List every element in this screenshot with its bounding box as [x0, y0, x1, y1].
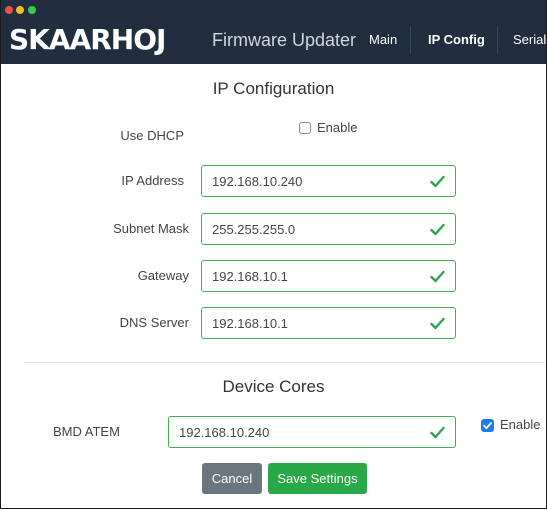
valid-check-icon [430, 270, 445, 283]
subnet-mask-value: 255.255.255.0 [212, 222, 296, 237]
bmd-atem-value: 192.168.10.240 [179, 425, 270, 440]
dns-server-label: DNS Server [119, 315, 189, 330]
ip-address-input[interactable]: 192.168.10.240 [201, 165, 456, 197]
checkmark-icon [483, 422, 492, 430]
subnet-mask-label: Subnet Mask [113, 221, 189, 236]
valid-check-icon [430, 426, 445, 439]
app-window: SKAARHOJ Firmware Updater Main IP Config… [0, 0, 547, 509]
brand-logo: SKAARHOJ [9, 23, 166, 56]
use-dhcp-label: Use DHCP [120, 128, 184, 143]
ip-address-value: 192.168.10.240 [212, 174, 303, 189]
cancel-button[interactable]: Cancel [202, 463, 262, 494]
save-settings-button[interactable]: Save Settings [268, 463, 367, 494]
device-cores-heading: Device Cores [222, 377, 325, 396]
top-navbar: SKAARHOJ Firmware Updater Main IP Config… [1, 0, 546, 64]
bmd-atem-label: BMD ATEM [53, 424, 120, 439]
window-maximize-button[interactable] [28, 6, 36, 14]
dhcp-enable-label: Enable [317, 120, 358, 135]
bmd-atem-input[interactable]: 192.168.10.240 [168, 416, 456, 448]
ip-configuration-heading: IP Configuration [212, 79, 335, 98]
nav-ip-config[interactable]: IP Config [428, 32, 485, 48]
gateway-value: 192.168.10.1 [212, 269, 288, 284]
valid-check-icon [430, 317, 445, 330]
bmd-atem-enable-checkbox[interactable] [481, 419, 494, 432]
app-title: Firmware Updater [212, 30, 357, 50]
ip-address-label: IP Address [121, 173, 184, 188]
window-minimize-button[interactable] [16, 6, 24, 14]
nav-divider [497, 26, 498, 54]
nav-main[interactable]: Main [369, 32, 397, 48]
nav-divider [410, 26, 411, 54]
nav-serial[interactable]: Serial [513, 32, 546, 48]
gateway-label: Gateway [137, 268, 189, 283]
dhcp-enable-checkbox[interactable] [299, 122, 311, 134]
dns-server-value: 192.168.10.1 [212, 316, 288, 331]
valid-check-icon [430, 223, 445, 236]
valid-check-icon [430, 175, 445, 188]
subnet-mask-input[interactable]: 255.255.255.0 [201, 213, 456, 245]
dns-server-input[interactable]: 192.168.10.1 [201, 307, 456, 339]
gateway-input[interactable]: 192.168.10.1 [201, 260, 456, 292]
bmd-atem-enable-label: Enable [500, 417, 541, 432]
window-close-button[interactable] [5, 6, 13, 14]
section-divider [24, 362, 546, 363]
